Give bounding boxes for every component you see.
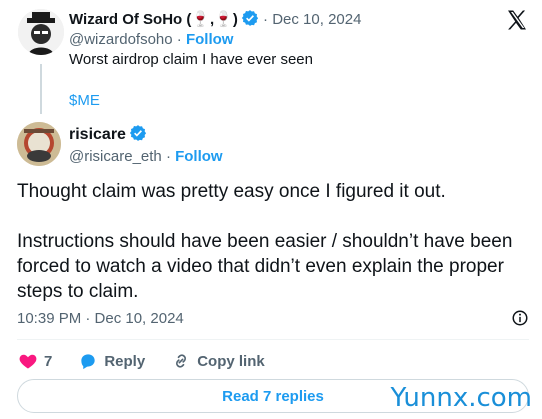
main-follow-link[interactable]: Follow <box>175 148 223 165</box>
tweet-body: Thought claim was pretty easy once I fig… <box>17 179 537 304</box>
main-header: risicare <box>69 124 147 144</box>
quoted-text: Worst airdrop claim I have ever seen <box>69 51 313 68</box>
reply-bubble-icon <box>81 354 96 370</box>
like-button[interactable]: 7 <box>18 351 52 371</box>
main-author-avatar[interactable] <box>17 122 61 166</box>
copy-link-button[interactable]: Copy link <box>171 351 265 371</box>
main-handle[interactable]: @risicare_eth <box>69 148 162 165</box>
reply-button[interactable]: Reply <box>78 351 145 371</box>
quoted-handle-row: @wizardofsoho · Follow <box>69 31 233 48</box>
main-display-name[interactable]: risicare <box>69 126 126 143</box>
quoted-separator: · <box>263 11 269 28</box>
main-handle-separator: · <box>165 148 171 165</box>
watermark-text: Yunnx.com <box>390 383 532 413</box>
main-handle-row: @risicare_eth · Follow <box>69 148 223 165</box>
thread-connector-line <box>40 64 42 114</box>
link-icon <box>176 354 187 368</box>
x-logo-icon[interactable] <box>505 8 529 32</box>
quoted-handle-separator: · <box>176 31 182 48</box>
quoted-display-name[interactable]: Wizard Of SoHo (🍷,🍷) <box>69 11 238 28</box>
copy-link-label: Copy link <box>197 352 265 370</box>
like-count: 7 <box>44 352 53 370</box>
quoted-follow-link[interactable]: Follow <box>186 31 234 48</box>
reply-label: Reply <box>104 352 146 370</box>
verified-badge-icon <box>241 10 258 26</box>
action-bar: 7 Reply Copy link <box>18 350 291 372</box>
info-icon[interactable] <box>511 309 529 327</box>
tweet-paragraph-1: Thought claim was pretty easy once I fig… <box>17 181 446 202</box>
verified-badge-icon <box>129 125 147 141</box>
quoted-author-avatar[interactable] <box>18 9 64 55</box>
actions-divider <box>17 339 529 340</box>
quoted-date[interactable]: Dec 10, 2024 <box>272 11 361 28</box>
quoted-header: Wizard Of SoHo (🍷,🍷) · Dec 10, 2024 <box>69 9 361 28</box>
tweet-paragraph-2: Instructions should have been easier / s… <box>17 231 513 302</box>
quoted-handle[interactable]: @wizardofsoho <box>69 31 173 48</box>
quoted-cashtag[interactable]: $ME <box>69 92 100 109</box>
heart-icon <box>19 354 37 369</box>
tweet-timestamp[interactable]: 10:39 PM · Dec 10, 2024 <box>17 310 184 327</box>
